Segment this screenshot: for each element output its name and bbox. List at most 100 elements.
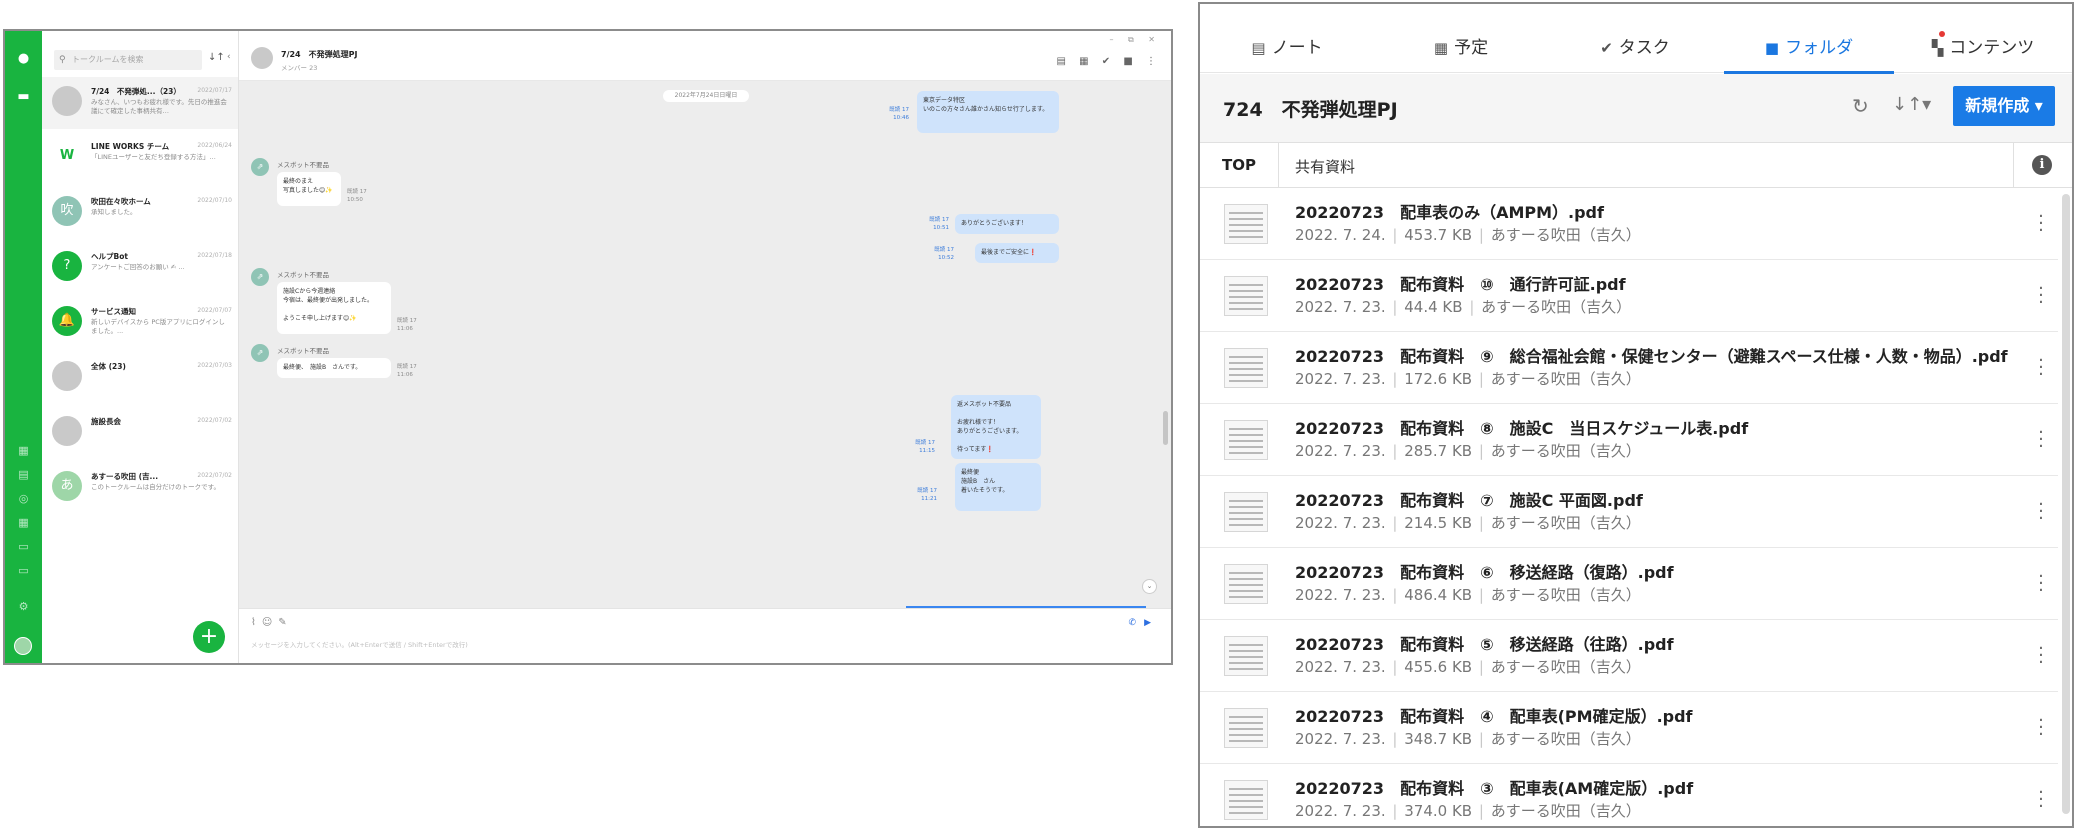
file-list-scrollbar[interactable] (2062, 194, 2070, 814)
message-bubble-out[interactable]: 最後までご安全に❗ (975, 243, 1059, 263)
more-options-icon[interactable]: · · · (2038, 496, 2044, 528)
thumbnail-line (1229, 296, 1263, 298)
room-avatar (52, 416, 82, 446)
chat-toolbar[interactable]: ▤ ▦ ✔ ■ ⋮ (1057, 56, 1161, 67)
file-meta: 2022. 7. 23. | 172.6 KB | あすーる吹田（吉久） (1295, 368, 1641, 389)
contacts-icon[interactable]: ▭ (16, 563, 31, 578)
file-row[interactable]: 20220723 配車表のみ（AMPM）.pdf 2022. 7. 24. | 4… (1200, 189, 2058, 260)
file-name[interactable]: 20220723 配布資料 ⑧ 施設C 当日スケジュール表.pdf (1295, 415, 1748, 439)
more-options-icon[interactable]: · · · (2038, 712, 2044, 744)
room-avatar[interactable] (251, 47, 273, 69)
message-bubble-out[interactable]: 最終便 施設B さん 着いたそうです。 (955, 463, 1041, 511)
sort-icon[interactable]: ↓↑▾ (1892, 94, 1931, 115)
settings-icon[interactable]: ◎ (16, 491, 31, 506)
more-options-icon[interactable]: · · · (2038, 784, 2044, 816)
bot-avatar[interactable]: ⇗ (251, 268, 269, 286)
chat-room-item[interactable]: 吹吹田在々吹ホーム 2022/07/10 承知しました。 (42, 187, 238, 239)
file-name[interactable]: 20220723 配布資料 ⑩ 通行許可証.pdf (1295, 271, 1626, 295)
chat-room-item[interactable]: W LINE WORKS チーム 2022/06/24 「LINEユーザーと友だち登録… (42, 132, 238, 184)
chat-room-item[interactable]: 🔔 サービス通知 2022/07/07 新しいデバイスから PC版アプリにログインしま… (42, 297, 238, 349)
window-controls[interactable]: – ⧉ ✕ (1109, 35, 1161, 45)
file-name[interactable]: 20220723 配布資料 ④ 配車表(PM確定版）.pdf (1295, 703, 1693, 727)
file-meta: 2022. 7. 23. | 348.7 KB | あすーる吹田（吉久） (1295, 728, 1641, 749)
file-row[interactable]: 20220723 配布資料 ⑨ 総合福祉会館・保健センター（避難スペース仕様・人… (1200, 333, 2058, 404)
message-bubble-out[interactable]: 東京データ特区 いのこの方々さん誰かさん知らせ行了します。 (917, 91, 1059, 133)
file-name[interactable]: 20220723 配布資料 ⑤ 移送経路（往路）.pdf (1295, 631, 1674, 655)
file-thumbnail (1224, 708, 1268, 748)
tab-check-circle[interactable]: ✔ タスク (1548, 4, 1722, 73)
folder-panel: ▤ ノート ▦ 予定 ✔ タスク ■ フォルダ ▚ コンテンツ 724 不発弾処理PJ ↻ ↓↑▾… (1198, 2, 2074, 828)
chat-room-item[interactable]: 7/24 不発弾処...（23） 2022/07/17 みなさん、いつもお疲れ様です… (42, 77, 238, 129)
file-name[interactable]: 20220723 配布資料 ③ 配車表(AM確定版）.pdf (1295, 775, 1693, 799)
grid-icon[interactable]: ▦ (16, 515, 31, 530)
file-name[interactable]: 20220723 配車表のみ（AMPM）.pdf (1295, 199, 1604, 223)
more-options-icon[interactable]: · · · (2038, 280, 2044, 312)
file-row[interactable]: 20220723 配布資料 ⑥ 移送経路（復路）.pdf 2022. 7. 23.… (1200, 549, 2058, 620)
tab-calendar[interactable]: ▦ 予定 (1374, 4, 1548, 73)
calendar-icon[interactable]: ▦ (16, 443, 31, 458)
meta-separator: | (1387, 730, 1403, 748)
thumbnail-line (1229, 212, 1263, 214)
new-create-button[interactable]: 新規作成 ▾ (1953, 86, 2055, 126)
new-chat-button[interactable]: + (193, 621, 225, 653)
message-bubble-in[interactable]: 最終便、 施設B さんです。 (277, 358, 391, 378)
info-icon[interactable]: i (2032, 155, 2052, 175)
thumbnail-line (1229, 374, 1263, 376)
file-owner: あすーる吹田（吉久） (1490, 370, 1641, 388)
chat-icon[interactable]: ▬ (16, 89, 31, 104)
more-options-icon[interactable]: · · · (2038, 568, 2044, 600)
chat-room-item[interactable]: 施設長会 2022/07/02 (42, 407, 238, 459)
file-size: 453.7 KB (1404, 226, 1473, 244)
file-name[interactable]: 20220723 配布資料 ⑥ 移送経路（復路）.pdf (1295, 559, 1674, 583)
breadcrumb-top[interactable]: TOP (1222, 156, 1256, 174)
message-meta: 既読 17 10:46 (889, 107, 909, 121)
chat-room-item[interactable]: 全体 (23) 2022/07/03 (42, 352, 238, 404)
message-scrollbar[interactable] (1163, 411, 1168, 445)
message-bubble-out[interactable]: ありがとうございます！ (955, 214, 1059, 234)
sender-name: メスボット不要品 (277, 347, 329, 355)
message-bubble-in[interactable]: 最終のまえ 写真しました😊✨ (277, 172, 341, 206)
bot-avatar[interactable]: ⇗ (251, 158, 269, 176)
tab-grid[interactable]: ▚ コンテンツ (1896, 4, 2070, 73)
file-row[interactable]: 20220723 配布資料 ⑤ 移送経路（往路）.pdf 2022. 7. 23.… (1200, 621, 2058, 692)
composer-tools[interactable]: ⌇☺✎ (251, 617, 293, 628)
file-row[interactable]: 20220723 配布資料 ⑧ 施設C 当日スケジュール表.pdf 2022. 7… (1200, 405, 2058, 476)
more-options-icon[interactable]: · · · (2038, 640, 2044, 672)
file-row[interactable]: 20220723 配布資料 ④ 配車表(PM確定版）.pdf 2022. 7. 2… (1200, 693, 2058, 764)
more-options-icon[interactable]: · · · (2038, 208, 2044, 240)
bot-avatar[interactable]: ⇗ (251, 344, 269, 362)
chat-header: 7/24 不発弾処理PJ メンバー 23 – ⧉ ✕ ▤ ▦ ✔ ■ ⋮ (239, 31, 1171, 81)
collapse-icon[interactable]: ‹ (227, 52, 231, 62)
mail-icon[interactable]: ▭ (16, 539, 31, 554)
call-buttons[interactable]: ✆▶ (1129, 618, 1159, 628)
chat-member-count[interactable]: メンバー 23 (281, 62, 317, 72)
profile-icon[interactable]: ● (16, 51, 31, 66)
thumbnail-line (1229, 662, 1263, 664)
my-avatar[interactable] (14, 637, 32, 655)
file-row[interactable]: 20220723 配布資料 ③ 配車表(AM確定版）.pdf 2022. 7. 2… (1200, 765, 2058, 826)
file-size: 455.6 KB (1404, 658, 1473, 676)
chat-room-item[interactable]: ? ヘルプBot 2022/07/18 アンケートご回答のお願い ✍ ... (42, 242, 238, 294)
meta-separator: | (1464, 298, 1480, 316)
message-input[interactable]: メッセージを入力してください。(Alt+Enterで送信 / Shift+Ent… (251, 639, 468, 649)
file-name[interactable]: 20220723 配布資料 ⑦ 施設C 平面図.pdf (1295, 487, 1643, 511)
file-row[interactable]: 20220723 配布資料 ⑩ 通行許可証.pdf 2022. 7. 23. | … (1200, 261, 2058, 332)
file-row[interactable]: 20220723 配布資料 ⑦ 施設C 平面図.pdf 2022. 7. 23. … (1200, 477, 2058, 548)
tab-note[interactable]: ▤ ノート (1200, 4, 1374, 73)
refresh-icon[interactable]: ↻ (1852, 94, 1869, 118)
sort-icon[interactable]: ↓↑ (208, 52, 225, 63)
message-bubble-in[interactable]: 施設Cから今週連絡 今宿は、最終便が出発しました。 ようこそ申し上げます😊✨ (277, 282, 391, 334)
message-bubble-out[interactable]: 返メスボット不要品 お疲れ様です！ ありがとうございます。 待ってます❗ (951, 395, 1041, 459)
message-meta: 既読 17 11:06 (397, 364, 417, 378)
scroll-down-button[interactable]: ⌄ (1142, 579, 1157, 594)
more-options-icon[interactable]: · · · (2038, 424, 2044, 456)
tab-folder[interactable]: ■ フォルダ (1722, 4, 1896, 74)
gear-icon[interactable]: ⚙ (16, 599, 31, 614)
thumbnail-line (1229, 728, 1263, 730)
meta-separator: | (1387, 298, 1403, 316)
file-name[interactable]: 20220723 配布資料 ⑨ 総合福祉会館・保健センター（避難スペース仕様・人… (1295, 343, 2008, 367)
chat-search-input[interactable]: ⚲ トークルームを検索 (54, 50, 202, 70)
more-options-icon[interactable]: · · · (2038, 352, 2044, 384)
note-icon[interactable]: ▤ (16, 467, 31, 482)
chat-room-item[interactable]: ああすーる吹田 (吉... 2022/07/02 このトークルームは自分だけのトーク… (42, 462, 238, 514)
